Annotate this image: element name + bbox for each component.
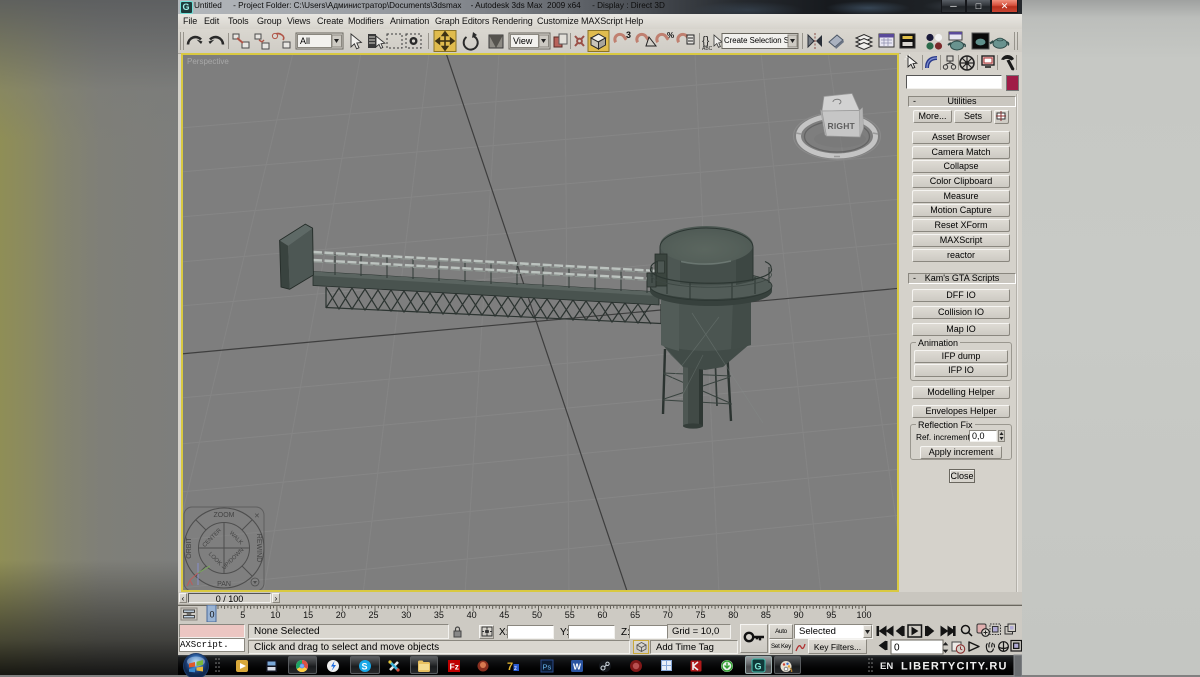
svg-text:✕: ✕ bbox=[254, 513, 260, 520]
svg-text:Create Selection Set: Create Selection Set bbox=[724, 36, 796, 45]
svg-text:25: 25 bbox=[368, 610, 378, 620]
svg-text:REWIND: REWIND bbox=[255, 534, 262, 562]
svg-text:70: 70 bbox=[663, 610, 673, 620]
svg-text:20: 20 bbox=[336, 610, 346, 620]
svg-text:Ps: Ps bbox=[543, 663, 552, 672]
svg-text:45: 45 bbox=[499, 610, 509, 620]
svg-text:LIBERTYCITY.RU: LIBERTYCITY.RU bbox=[901, 661, 1008, 673]
svg-text:5: 5 bbox=[240, 610, 245, 620]
svg-text:0: 0 bbox=[210, 610, 215, 620]
svg-text:z: z bbox=[514, 666, 517, 672]
svg-text:65: 65 bbox=[630, 610, 640, 620]
svg-text:80: 80 bbox=[728, 610, 738, 620]
svg-text:10: 10 bbox=[270, 610, 280, 620]
svg-text:RIGHT: RIGHT bbox=[828, 121, 856, 131]
svg-text:ZOOM: ZOOM bbox=[214, 512, 235, 519]
svg-text:90: 90 bbox=[794, 610, 804, 620]
svg-text:G: G bbox=[755, 662, 762, 672]
svg-text:S: S bbox=[362, 662, 368, 672]
svg-text:35: 35 bbox=[434, 610, 444, 620]
svg-text:60: 60 bbox=[597, 610, 607, 620]
svg-text:50: 50 bbox=[532, 610, 542, 620]
svg-text:95: 95 bbox=[826, 610, 836, 620]
svg-text:PAN: PAN bbox=[217, 581, 231, 588]
svg-text:View: View bbox=[513, 36, 533, 46]
svg-text:W: W bbox=[573, 662, 582, 672]
svg-text:7: 7 bbox=[507, 661, 513, 673]
svg-text:All: All bbox=[300, 36, 310, 46]
svg-text:55: 55 bbox=[565, 610, 575, 620]
svg-text:100: 100 bbox=[856, 610, 871, 620]
svg-text:15: 15 bbox=[303, 610, 313, 620]
svg-text:ORBIT: ORBIT bbox=[186, 537, 193, 559]
svg-text:3: 3 bbox=[626, 30, 631, 40]
svg-text:Fz: Fz bbox=[450, 662, 459, 672]
svg-text:ABC: ABC bbox=[702, 46, 713, 52]
svg-text:75: 75 bbox=[695, 610, 705, 620]
svg-text:40: 40 bbox=[467, 610, 477, 620]
svg-text:85: 85 bbox=[761, 610, 771, 620]
svg-text:EN: EN bbox=[880, 661, 893, 672]
svg-text:30: 30 bbox=[401, 610, 411, 620]
svg-text:%: % bbox=[667, 31, 674, 40]
